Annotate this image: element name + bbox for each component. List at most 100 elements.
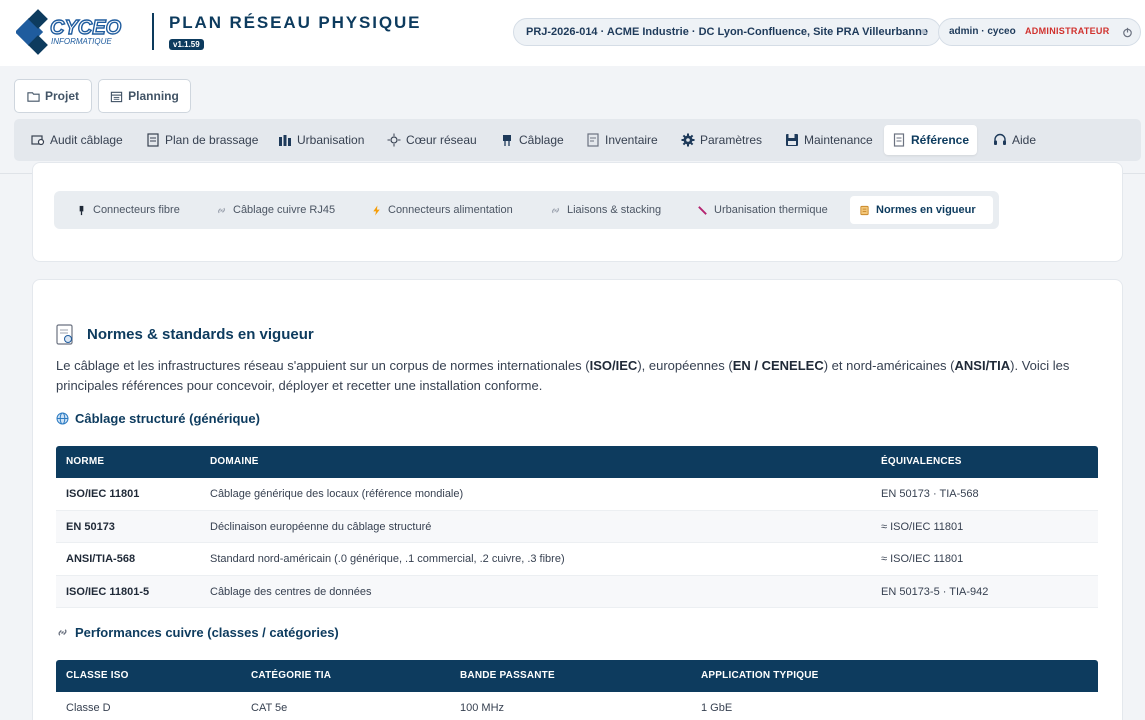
urbanisation-icon: [279, 135, 291, 146]
nav-audit-cablage[interactable]: Audit câblage: [23, 125, 131, 155]
nav-urbanisation[interactable]: Urbanisation: [270, 125, 372, 155]
projet-button[interactable]: Projet: [14, 79, 92, 113]
nav-parametres[interactable]: Paramètres: [673, 125, 770, 155]
nav-label: Urbanisation: [297, 133, 365, 147]
subtab-label: Liaisons & stacking: [567, 204, 662, 216]
table-header: CLASSE ISO CATÉGORIE TIA BANDE PASSANTE …: [56, 660, 1098, 692]
cell-equivalences: EN 50173-5 · TIA-942: [881, 585, 989, 598]
subtab-label: Connecteurs fibre: [93, 204, 180, 216]
top-bar: CYCEO INFORMATIQUE PLAN RÉSEAU PHYSIQUE …: [0, 0, 1145, 66]
cell-application: 1 GbE: [701, 702, 733, 714]
role-badge: ADMINISTRATEUR: [1025, 26, 1110, 36]
thermal-icon: [698, 205, 707, 215]
logout-icon[interactable]: [1121, 26, 1134, 39]
headset-icon: [994, 133, 1006, 145]
subtab-normes-en-vigueur[interactable]: Normes en vigueur: [850, 196, 993, 224]
globe-icon: [56, 412, 69, 425]
subtab-cablage-cuivre[interactable]: Câblage cuivre RJ45: [207, 196, 344, 224]
column-header: BANDE PASSANTE: [460, 670, 555, 681]
cell-norme: ISO/IEC 11801-5: [66, 585, 150, 598]
cell-equivalences: EN 50173 · TIA-568: [881, 488, 979, 500]
intro-iso: ISO/IEC: [589, 358, 638, 373]
nav-label: Aide: [1012, 133, 1037, 147]
table-header: NORME DOMAINE ÉQUIVALENCES: [56, 446, 1098, 478]
projet-button-label: Projet: [44, 89, 79, 103]
table-row: Classe D CAT 5e 100 MHz 1 GbE: [56, 692, 1098, 720]
structured-cabling-table: NORME DOMAINE ÉQUIVALENCES ISO/IEC 11801…: [56, 446, 1098, 608]
column-header: APPLICATION TYPIQUE: [701, 670, 819, 681]
intro-paragraph: Le câblage et les infrastructures réseau…: [56, 356, 1096, 396]
nav-reference[interactable]: Référence: [884, 125, 977, 155]
nav-cablage[interactable]: Câblage: [492, 125, 572, 155]
lightning-icon: [373, 204, 380, 216]
subtab-label: Normes en vigueur: [876, 204, 976, 216]
nav-inventaire[interactable]: Inventaire: [578, 125, 666, 155]
nav-label: Câblage: [519, 133, 564, 147]
floppy-icon: [786, 134, 798, 146]
subtab-liaisons-stacking[interactable]: Liaisons & stacking: [541, 196, 670, 224]
cell-domaine: Standard nord-américain (.0 générique, .…: [210, 553, 565, 565]
cabling-icon: [503, 135, 511, 146]
table-row: ANSI/TIA-568 Standard nord-américain (.0…: [56, 543, 1098, 576]
subtab-label: Connecteurs alimentation: [388, 204, 513, 216]
copper-performance-heading: Performances cuivre (classes / catégorie…: [56, 625, 339, 640]
link-icon: [218, 207, 225, 213]
nav-label: Audit câblage: [50, 133, 123, 147]
section-title: Normes & standards en vigueur: [87, 326, 314, 343]
cell-bande-passante: 100 MHz: [460, 702, 505, 714]
fiber-connector-icon: [79, 205, 84, 215]
column-header: CLASSE ISO: [66, 670, 129, 681]
cyceo-logo[interactable]: CYCEO INFORMATIQUE: [16, 8, 140, 56]
cell-norme: ISO/IEC 11801: [66, 488, 140, 500]
link-icon: [58, 629, 67, 636]
link-icon: [552, 207, 559, 213]
version-badge: v1.1.59: [169, 39, 204, 50]
table-row: ISO/IEC 11801-5 Câblage des centres de d…: [56, 575, 1098, 608]
calendar-icon: [110, 91, 123, 102]
column-header: DOMAINE: [210, 456, 259, 467]
nav-label: Maintenance: [804, 133, 873, 147]
project-selector[interactable]: PRJ-2026-014 · ACME Industrie · DC Lyon-…: [513, 18, 941, 46]
intro-en: EN / CENELEC: [732, 358, 824, 373]
cell-equivalences: ≈ ISO/IEC 11801: [881, 520, 964, 533]
app-title: PLAN RÉSEAU PHYSIQUE: [169, 13, 422, 32]
subtab-label: Câblage cuivre RJ45: [233, 204, 336, 216]
subtab-urbanisation-thermique[interactable]: Urbanisation thermique: [688, 196, 837, 224]
nav-plan-de-brassage[interactable]: Plan de brassage: [138, 125, 266, 155]
separator-dot: [921, 29, 926, 34]
svg-text:CYCEO: CYCEO: [50, 17, 122, 39]
nav-label: Référence: [911, 133, 970, 147]
scroll-icon: [860, 205, 869, 215]
structured-cabling-title: Câblage structuré (générique): [75, 411, 260, 426]
main-nav: Audit câblage Plan de brassage Urbanisat…: [14, 119, 1141, 161]
nav-aide[interactable]: Aide: [985, 125, 1044, 155]
cell-norme: EN 50173: [66, 520, 115, 533]
inventory-icon: [587, 133, 599, 147]
core-network-icon: [387, 133, 401, 147]
svg-text:INFORMATIQUE: INFORMATIQUE: [51, 37, 112, 46]
intro-text: ) et nord-américaines (: [823, 358, 955, 373]
certificate-icon: [56, 324, 73, 345]
intro-text: ), européennes (: [637, 358, 733, 373]
cell-domaine: Câblage générique des locaux (référence …: [210, 488, 464, 500]
subtab-connecteurs-fibre[interactable]: Connecteurs fibre: [67, 196, 189, 224]
intro-ansi: ANSI/TIA: [954, 358, 1011, 373]
audit-icon: [31, 135, 45, 146]
subtab-connecteurs-alimentation[interactable]: Connecteurs alimentation: [362, 196, 522, 224]
planning-button[interactable]: Planning: [98, 79, 191, 113]
nav-label: Cœur réseau: [406, 133, 477, 147]
column-header: ÉQUIVALENCES: [881, 456, 962, 467]
user-menu[interactable]: admin · cyceo ADMINISTRATEUR: [938, 18, 1141, 46]
cell-categorie-tia: CAT 5e: [251, 702, 288, 714]
nav-maintenance[interactable]: Maintenance: [777, 125, 881, 155]
table-row: EN 50173 Déclinaison européenne du câbla…: [56, 510, 1098, 543]
reference-icon: [893, 133, 905, 147]
structured-cabling-heading: Câblage structuré (générique): [56, 411, 260, 426]
cell-classe-iso: Classe D: [66, 702, 111, 714]
planning-button-label: Planning: [128, 89, 179, 103]
cell-norme: ANSI/TIA-568: [66, 553, 136, 565]
column-header: NORME: [66, 456, 105, 467]
cell-domaine: Câblage des centres de données: [210, 585, 372, 598]
nav-coeur-reseau[interactable]: Cœur réseau: [379, 125, 485, 155]
reference-subnav: Connecteurs fibre Câblage cuivre RJ45 Co…: [54, 191, 999, 229]
